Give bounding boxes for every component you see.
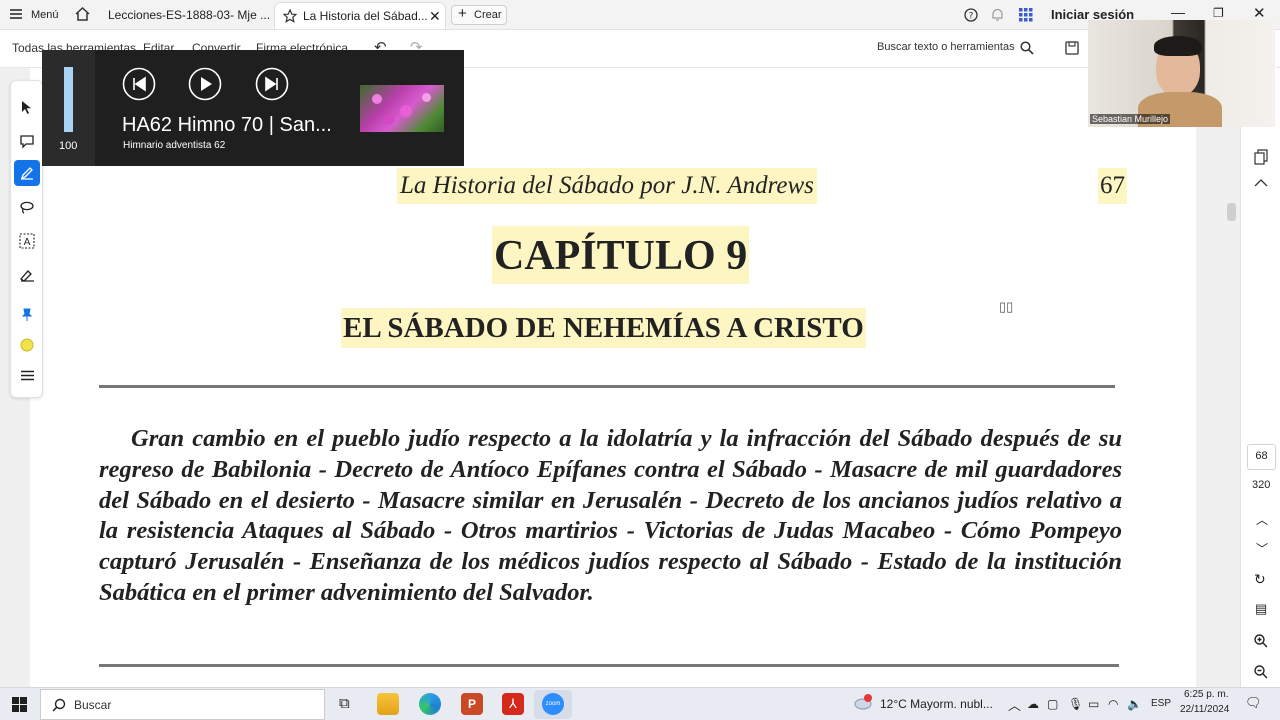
acrobat-icon[interactable]: ⅄ [502, 693, 524, 715]
vertical-scrollbar-thumb[interactable] [1227, 203, 1236, 221]
tab-lecciones[interactable]: Lecciones-ES-1888-03- Mje ... [100, 2, 270, 29]
wifi-icon[interactable]: ◠ [1108, 697, 1118, 711]
microphone-icon[interactable]: 🎙 [1068, 697, 1083, 711]
webcam-overlay: Sebastian Murillejo [1088, 20, 1275, 127]
next-page-icon[interactable]: ﹀ [1256, 540, 1268, 557]
windows-start-icon[interactable] [12, 697, 27, 712]
track-subtitle: Himnario adventista 62 [123, 140, 226, 151]
right-rail: 68 320 ︿ ﹀ ↻ ▤ [1227, 68, 1280, 687]
text-box-icon[interactable]: A [14, 228, 40, 254]
file-explorer-icon[interactable] [377, 693, 399, 715]
weather-text[interactable]: 12°C Mayorm. nubl... [880, 697, 993, 711]
new-tab-label: Crear [474, 9, 502, 21]
battery-icon[interactable]: ▭ [1088, 697, 1099, 711]
volume-icon[interactable]: 🔈 [1127, 697, 1142, 711]
new-tab-button[interactable]: + Crear [451, 5, 507, 25]
volume-track[interactable] [64, 67, 73, 132]
page-view-icon[interactable]: ▤ [1255, 601, 1267, 617]
page-number-input[interactable]: 68 [1247, 444, 1276, 470]
search-tools-label[interactable]: Buscar texto o herramientas [877, 41, 1015, 53]
task-view-icon[interactable]: ⧉ [339, 695, 350, 712]
page-number: 67 [1098, 168, 1127, 204]
tab-historia-sabado[interactable]: La Historia del Sábad... ✕ [274, 2, 446, 29]
highlight-pen-icon[interactable] [14, 160, 40, 186]
minimize-icon[interactable]: — [1171, 4, 1185, 20]
zoom-in-icon[interactable] [1254, 634, 1268, 648]
input-language[interactable]: ESP [1151, 698, 1171, 709]
menu-label[interactable]: Menú [31, 9, 59, 21]
tools-rail: A [10, 80, 43, 398]
home-icon[interactable] [74, 6, 91, 22]
book-cursor-icon: ▯▯ [999, 299, 1014, 314]
select-tool-icon[interactable] [14, 94, 40, 120]
prev-page-icon[interactable]: ︿ [1256, 511, 1268, 528]
clock-time[interactable]: 6:25 p. m. [1184, 689, 1228, 700]
sign-pen-icon[interactable] [14, 262, 40, 288]
help-icon[interactable]: ? [964, 8, 978, 22]
apps-grid-icon[interactable] [1019, 8, 1033, 22]
taskbar-search-box[interactable]: Buscar [40, 689, 325, 720]
tab-label: La Historia del Sábad... [303, 9, 428, 23]
play-icon[interactable] [188, 67, 222, 101]
zoom-app-tile[interactable]: zoom [534, 690, 572, 719]
clock-date[interactable]: 22/11/2024 [1180, 704, 1229, 715]
notifications-icon[interactable]: 🗨 [1245, 695, 1262, 711]
more-menu-icon[interactable] [14, 362, 40, 388]
bell-icon[interactable] [991, 8, 1004, 22]
search-icon[interactable] [1020, 41, 1034, 55]
svg-text:A: A [24, 237, 31, 248]
taskbar-search-placeholder: Buscar [74, 698, 112, 712]
total-pages: 320 [1252, 479, 1271, 491]
share-icon[interactable] [1254, 179, 1268, 187]
rotate-icon[interactable]: ↻ [1254, 571, 1266, 588]
powerpoint-icon[interactable]: P [461, 693, 483, 715]
zoom-icon: zoom [542, 693, 564, 715]
hamburger-icon [10, 9, 22, 19]
plus-icon: + [458, 5, 467, 22]
chapter-heading: CAPÍTULO 9 [492, 226, 750, 284]
edge-browser-icon[interactable] [419, 693, 441, 715]
save-icon[interactable] [1065, 41, 1079, 55]
volume-value: 100 [59, 140, 78, 152]
now-playing-panel: HA62 Himno 70 | San... Himnario adventis… [98, 50, 464, 166]
album-art-thumbnail [360, 85, 444, 132]
taskbar-search-icon [52, 698, 66, 712]
show-hidden-icons-icon[interactable]: ︿ [1008, 695, 1021, 714]
divider-bottom [99, 664, 1119, 667]
meet-icon[interactable]: ▢ [1047, 697, 1058, 711]
chapter-summary: Gran cambio en el pueblo judío respecto … [99, 425, 1122, 606]
lasso-icon[interactable] [14, 194, 40, 220]
divider-top [99, 385, 1115, 388]
chapter-subtitle: EL SÁBADO DE NEHEMÍAS A CRISTO [341, 308, 866, 348]
color-swatch-icon[interactable] [14, 332, 40, 358]
onedrive-icon[interactable]: ☁ [1027, 697, 1039, 711]
star-icon [283, 9, 297, 23]
weather-icon[interactable] [853, 694, 873, 710]
comment-icon[interactable] [14, 128, 40, 154]
close-tab-icon[interactable]: ✕ [429, 3, 441, 29]
restore-icon[interactable]: ❐ [1213, 6, 1224, 20]
copy-icon[interactable] [1254, 149, 1268, 165]
tab-label: Lecciones-ES-1888-03- Mje ... [108, 8, 270, 22]
next-track-icon[interactable] [255, 67, 289, 101]
volume-fill [64, 67, 73, 132]
zoom-out-icon[interactable] [1254, 665, 1268, 679]
pin-icon[interactable] [14, 302, 40, 328]
media-overlay: 100 HA62 Himno 70 | San... Himnario adve… [42, 50, 464, 166]
running-head: La Historia del Sábado por J.N. Andrews [397, 168, 817, 204]
menu-button[interactable] [10, 8, 22, 20]
previous-track-icon[interactable] [122, 67, 156, 101]
track-title: HA62 Himno 70 | San... [122, 114, 332, 136]
svg-text:?: ? [969, 12, 974, 22]
volume-panel[interactable]: 100 [42, 50, 95, 166]
participant-name: Sebastian Murillejo [1090, 114, 1171, 124]
windows-taskbar: Buscar ⧉ P ⅄ zoom 12°C Mayorm. nubl... ︿… [0, 687, 1280, 720]
